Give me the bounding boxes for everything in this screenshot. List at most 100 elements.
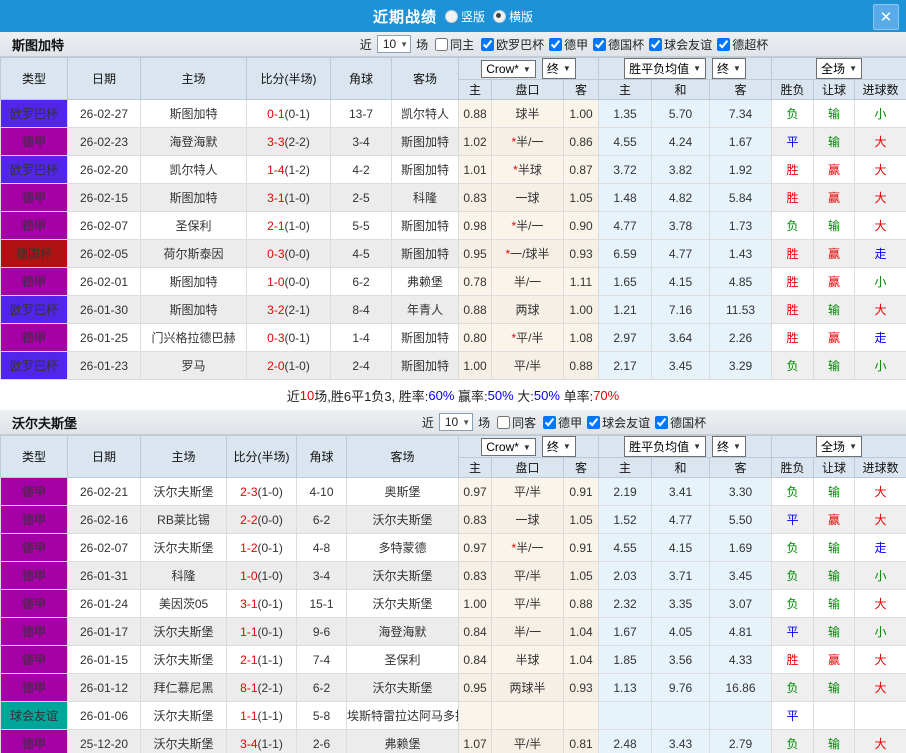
- corner-count: 3-4: [330, 127, 392, 156]
- match-row: 德甲 26-02-07 圣保利 2-1(1-0) 5-5 斯图加特 0.98 *…: [0, 211, 906, 240]
- result-goals: 走: [854, 323, 906, 352]
- competition-checkbox[interactable]: 德甲: [549, 36, 588, 53]
- match-score: 3-4(1-1): [226, 729, 297, 753]
- fulltime-dropdown[interactable]: 全场 ▼: [816, 58, 862, 79]
- match-date: 26-01-12: [67, 673, 141, 702]
- odds-home: 0.80: [458, 323, 492, 352]
- odds-handicap: 两球: [491, 295, 564, 324]
- result-goals: 小: [854, 617, 906, 646]
- match-row: 德甲 26-02-23 海登海默 3-3(2-2) 3-4 斯图加特 1.02 …: [0, 127, 906, 156]
- col-away: 客场: [391, 57, 459, 100]
- odds-home: 0.83: [458, 183, 492, 212]
- col-odds-home: 主: [458, 79, 492, 100]
- odds-handicap: 平/半: [491, 729, 564, 753]
- radio-icon: [444, 9, 458, 23]
- competition-badge: 欧罗巴杯: [0, 295, 68, 324]
- away-team: 斯图加特: [391, 127, 459, 156]
- competition-checkbox[interactable]: 德超杯: [717, 36, 768, 53]
- competition-checkbox[interactable]: 德甲: [543, 414, 582, 431]
- corner-count: 2-6: [296, 729, 347, 753]
- match-date: 26-02-27: [67, 99, 141, 128]
- corner-count: 6-2: [330, 267, 392, 296]
- avg-away-odds: 7.34: [708, 99, 773, 128]
- corner-count: 6-2: [296, 505, 347, 534]
- home-team: 沃尔夫斯堡: [140, 533, 227, 562]
- col-result-goals: 进球数: [854, 79, 906, 100]
- team-name: 沃尔夫斯堡: [12, 415, 78, 431]
- match-score: 1-2(0-1): [226, 533, 297, 562]
- match-score: 1-1(1-1): [226, 701, 297, 730]
- result-handicap: 输: [813, 477, 856, 506]
- chevron-down-icon: ▼: [733, 64, 741, 73]
- odds-home: 0.95: [458, 673, 492, 702]
- result-wdl: 平: [771, 127, 815, 156]
- avg-draw-odds: 4.15: [651, 267, 710, 296]
- avg-draw-odds: 3.41: [651, 477, 710, 506]
- close-button[interactable]: ✕: [873, 4, 899, 30]
- col-avg-away: 客: [708, 457, 773, 478]
- chevron-down-icon: ▼: [733, 442, 741, 451]
- odds-home: 1.01: [458, 155, 492, 184]
- odds-handicap: *半/一: [491, 211, 564, 240]
- final-avg-dropdown[interactable]: 终 ▼: [712, 436, 746, 457]
- away-team: 沃尔夫斯堡: [346, 589, 459, 618]
- competition-checkbox[interactable]: 球会友谊: [649, 36, 712, 53]
- competition-checkbox[interactable]: 欧罗巴杯: [481, 36, 544, 53]
- result-handicap: 赢: [813, 155, 856, 184]
- avg-draw-odds: 3.43: [651, 729, 710, 753]
- col-avg-home: 主: [598, 457, 652, 478]
- result-goals: 大: [854, 183, 906, 212]
- summary-text: 50%: [533, 387, 560, 403]
- final-odds-dropdown[interactable]: 终 ▼: [541, 58, 576, 79]
- title-bar: 近期战绩 竖版 横版 ✕: [0, 0, 906, 32]
- odds-away: [563, 701, 599, 730]
- avg-away-odds: 3.30: [708, 477, 773, 506]
- odds-source-dropdown[interactable]: Crow* ▼: [481, 438, 536, 456]
- match-row: 德甲 26-01-15 沃尔夫斯堡 2-1(1-1) 7-4 圣保利 0.84 …: [0, 645, 906, 674]
- away-team: 埃斯特雷拉达阿马多拉: [346, 701, 459, 730]
- same-venue-checkbox[interactable]: 同客: [497, 414, 536, 431]
- match-row: 欧罗巴杯 26-02-20 凯尔特人 1-4(1-2) 4-2 斯图加特 1.0…: [0, 155, 906, 184]
- match-count-select[interactable]: 10 ▼: [376, 35, 412, 53]
- fulltime-dropdown[interactable]: 全场 ▼: [816, 436, 862, 457]
- match-row: 德甲 26-01-17 沃尔夫斯堡 1-1(0-1) 9-6 海登海默 0.84…: [0, 617, 906, 646]
- odds-home: 0.84: [458, 617, 492, 646]
- avg-away-odds: 3.45: [708, 561, 773, 590]
- result-handicap: 赢: [813, 183, 856, 212]
- odds-away: 0.93: [563, 239, 599, 268]
- avg-home-odds: 1.48: [598, 183, 652, 212]
- odds-away: 0.87: [563, 155, 599, 184]
- result-goals: 小: [854, 351, 906, 380]
- avg-home-odds: 3.72: [598, 155, 652, 184]
- match-count-select[interactable]: 10 ▼: [438, 413, 474, 431]
- avg-away-odds: 4.81: [708, 617, 773, 646]
- avg-odds-dropdown[interactable]: 胜平负均值 ▼: [624, 436, 706, 457]
- result-goals: 大: [854, 127, 906, 156]
- competition-checkbox[interactable]: 球会友谊: [587, 414, 650, 431]
- match-row: 德国杯 26-02-05 荷尔斯泰因 0-3(0-0) 4-5 斯图加特 0.9…: [0, 239, 906, 268]
- result-wdl: 平: [771, 505, 815, 534]
- result-goals: 走: [854, 239, 906, 268]
- final-odds-dropdown[interactable]: 终 ▼: [541, 436, 576, 457]
- avg-home-odds: 1.21: [598, 295, 652, 324]
- competition-checkbox[interactable]: 德国杯: [655, 414, 706, 431]
- match-date: 26-02-07: [67, 533, 141, 562]
- avg-odds-dropdown[interactable]: 胜平负均值 ▼: [624, 58, 706, 79]
- vertical-layout-radio[interactable]: 竖版: [444, 8, 485, 25]
- match-row: 德甲 26-02-21 沃尔夫斯堡 2-3(1-0) 4-10 奥斯堡 0.97…: [0, 477, 906, 506]
- competition-checkbox[interactable]: 德国杯: [593, 36, 644, 53]
- match-date: 26-01-17: [67, 617, 141, 646]
- avg-away-odds: 3.07: [708, 589, 773, 618]
- horizontal-layout-radio[interactable]: 横版: [493, 8, 533, 25]
- avg-home-odds: 2.19: [598, 477, 652, 506]
- result-wdl: 负: [771, 477, 815, 506]
- odds-source-dropdown[interactable]: Crow* ▼: [481, 60, 536, 78]
- same-venue-checkbox[interactable]: 同主: [435, 36, 474, 53]
- avg-away-odds: 3.29: [708, 351, 773, 380]
- chevron-down-icon: ▼: [849, 64, 857, 73]
- wolfsburg-section: 沃尔夫斯堡 近 10 ▼ 场 同客 德甲 球会友谊 德国杯 类型 日期 主场 比…: [0, 410, 906, 753]
- match-score: 2-2(0-0): [226, 505, 297, 534]
- avg-home-odds: 1.67: [598, 617, 652, 646]
- home-team: 海登海默: [140, 127, 247, 156]
- final-avg-dropdown[interactable]: 终 ▼: [712, 58, 746, 79]
